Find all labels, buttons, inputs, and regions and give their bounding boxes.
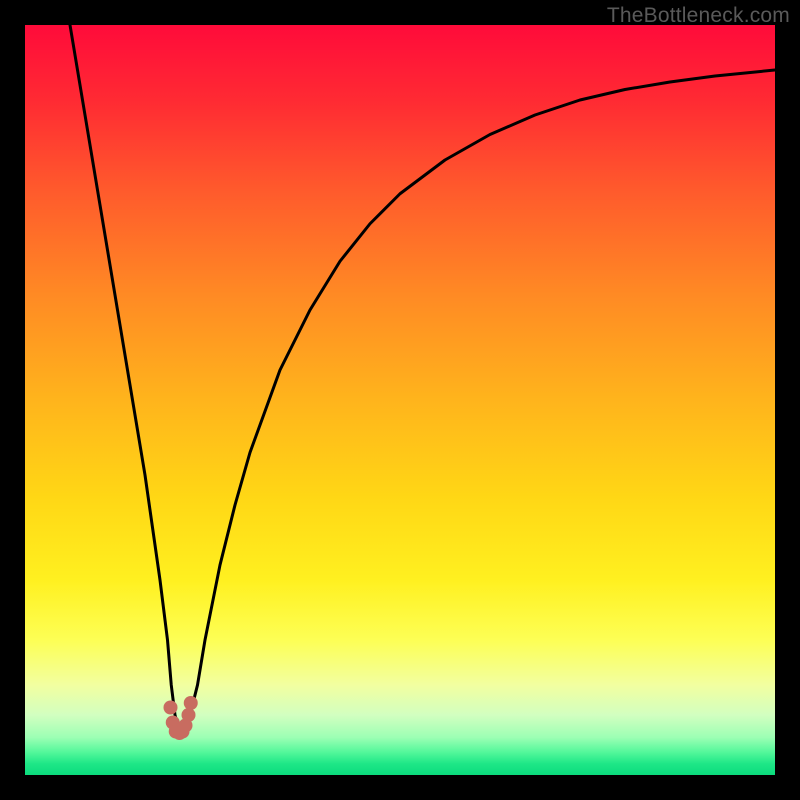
valley-dot — [184, 696, 198, 710]
chart-plot-area — [25, 25, 775, 775]
valley-marker-dots — [164, 696, 198, 740]
chart-frame: TheBottleneck.com — [0, 0, 800, 800]
chart-svg — [25, 25, 775, 775]
valley-dot — [182, 708, 196, 722]
bottleneck-curve — [70, 25, 775, 730]
valley-dot — [164, 701, 178, 715]
